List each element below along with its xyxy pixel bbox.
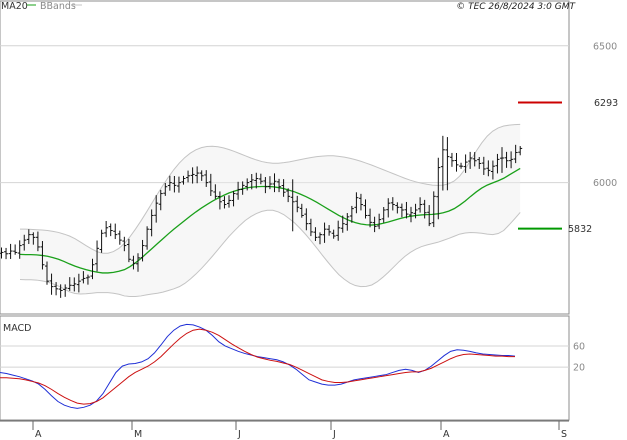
price-bar [449, 152, 454, 167]
x-tick-label: M [134, 429, 142, 440]
chart-canvas: MA20 BBands © TEC 26/8/2024 3:0 GMT MACD… [0, 0, 618, 440]
bollinger-bands [19, 123, 521, 297]
x-tick-label: S [561, 429, 567, 440]
ma20-legend: MA20 [1, 1, 28, 12]
signal-series [0, 328, 515, 405]
stock-chart: MA20 BBands © TEC 26/8/2024 3:0 GMT MACD… [0, 0, 627, 440]
macd-y-tick: 20 [573, 363, 585, 374]
price-y-tick: 6000 [593, 178, 617, 189]
price-bar [459, 162, 464, 169]
price-bar [99, 229, 104, 253]
resistance-label: 6293 [594, 98, 618, 109]
bbands-legend: BBands [40, 1, 76, 12]
macd-series [0, 323, 516, 409]
price-bar [454, 152, 459, 172]
x-tick-label: J [237, 429, 241, 440]
price-y-tick: 6500 [593, 41, 617, 52]
price-bar [13, 244, 18, 255]
price-levels: 6293 5832 [518, 98, 618, 235]
price-bar [117, 230, 122, 245]
macd-y-tick: 60 [573, 342, 585, 353]
price-bar [108, 223, 113, 237]
price-bar [0, 247, 4, 259]
copyright-label: © TEC 26/8/2024 3:0 GMT [456, 2, 576, 12]
x-tick-label: A [35, 429, 42, 440]
price-bar [104, 220, 109, 238]
support-label: 5832 [568, 224, 592, 235]
x-tick-label: A [443, 429, 450, 440]
price-bar [4, 247, 9, 260]
macd-lines [0, 323, 516, 409]
price-bar [113, 223, 118, 240]
macd-panel-title: MACD [3, 323, 31, 334]
price-bar [8, 243, 13, 259]
x-tick-label: J [332, 429, 336, 440]
